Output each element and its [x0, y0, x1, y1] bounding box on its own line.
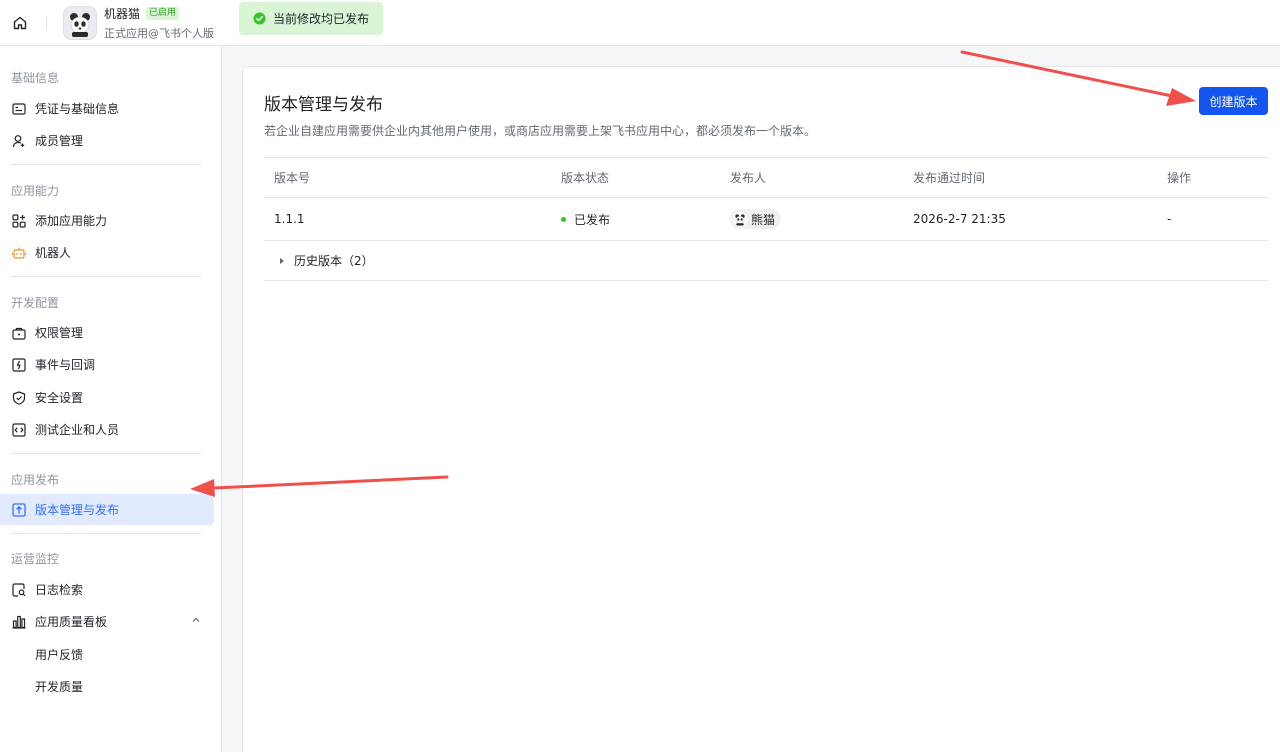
section-title-dev-config: 开发配置 [11, 296, 60, 310]
upload-icon [12, 502, 26, 517]
status-text: 已发布 [574, 212, 611, 227]
sidebar-item-security[interactable]: 安全设置 [0, 382, 214, 413]
sidebar: 基础信息 凭证与基础信息 成员管理 应用能力 添加应用能力 机器人 开发配置 权… [0, 46, 222, 752]
add-capability-icon [12, 213, 26, 228]
home-icon [13, 16, 27, 29]
sidebar-divider [11, 533, 201, 534]
sidebar-item-label: 凭证与基础信息 [35, 102, 120, 116]
publish-status-text: 当前修改均已发布 [273, 12, 370, 26]
header-publisher: 发布人 [730, 171, 767, 185]
check-circle-icon [253, 12, 266, 25]
header-status: 版本状态 [561, 171, 610, 185]
sidebar-item-label: 测试企业和人员 [35, 423, 120, 437]
sidebar-item-robot[interactable]: 机器人 [0, 237, 214, 268]
table-header: 版本号 版本状态 发布人 发布通过时间 操作 [264, 157, 1268, 198]
sidebar-divider [11, 164, 201, 165]
page-description: 若企业自建应用需要供企业内其他用户使用，或商店应用需要上架飞书应用中心，都必须发… [264, 124, 817, 138]
publish-time: 2026-2-7 21:35 [913, 212, 1006, 226]
sidebar-item-label: 权限管理 [35, 326, 84, 340]
sidebar-item-label: 机器人 [35, 246, 72, 260]
version-number: 1.1.1 [274, 212, 305, 226]
caret-right-icon [280, 257, 284, 264]
home-button[interactable] [2, 5, 38, 41]
sidebar-item-members[interactable]: 成员管理 [0, 125, 214, 156]
sidebar-item-label: 添加应用能力 [35, 214, 108, 228]
history-versions-toggle[interactable]: 历史版本（2） [278, 241, 374, 280]
history-versions-row: 历史版本（2） [264, 241, 1268, 281]
sidebar-item-label: 日志检索 [35, 583, 84, 597]
sidebar-item-log-search[interactable]: 日志检索 [0, 574, 214, 605]
code-icon [12, 422, 26, 437]
sidebar-item-dev-quality[interactable]: 开发质量 [0, 671, 214, 702]
sidebar-item-add-capability[interactable]: 添加应用能力 [0, 205, 214, 236]
row-action: - [1167, 212, 1172, 226]
sidebar-item-label: 事件与回调 [35, 358, 96, 372]
panda-icon [70, 12, 90, 37]
publisher-cell: 熊猫 [730, 198, 782, 240]
shield-icon [12, 390, 26, 405]
sidebar-item-label: 成员管理 [35, 134, 84, 148]
version-table: 版本号 版本状态 发布人 发布通过时间 操作 1.1.1 已发布 熊猫 2026… [264, 157, 1268, 281]
table-row: 1.1.1 已发布 熊猫 2026-2-7 21:35 - [264, 198, 1268, 241]
app-subtitle: 正式应用@飞书个人版 [104, 26, 214, 40]
header-action: 操作 [1167, 171, 1192, 185]
section-title-capability: 应用能力 [11, 184, 60, 198]
create-version-button[interactable]: 创建版本 [1199, 87, 1268, 115]
sidebar-item-version-management[interactable]: 版本管理与发布 [0, 494, 214, 525]
sidebar-item-label: 应用质量看板 [35, 615, 108, 629]
permission-icon [12, 327, 26, 340]
top-separator [46, 15, 47, 30]
header-publish-time: 发布通过时间 [913, 171, 986, 185]
log-search-icon [12, 582, 26, 597]
sidebar-item-permissions[interactable]: 权限管理 [0, 317, 214, 348]
section-title-publish: 应用发布 [11, 473, 60, 487]
sidebar-item-credentials[interactable]: 凭证与基础信息 [0, 93, 214, 124]
event-icon [12, 357, 26, 372]
version-management-card: 版本管理与发布 若企业自建应用需要供企业内其他用户使用，或商店应用需要上架飞书应… [242, 66, 1280, 752]
publisher-chip[interactable]: 熊猫 [730, 209, 782, 229]
section-title-basic: 基础信息 [11, 71, 60, 85]
app-info: 机器猫 已启用 正式应用@飞书个人版 [104, 5, 214, 41]
sidebar-item-label: 用户反馈 [35, 648, 84, 662]
sidebar-divider [11, 453, 201, 454]
publish-status-banner: 当前修改均已发布 [239, 2, 383, 35]
history-versions-label: 历史版本（2） [294, 254, 374, 268]
app-status-badge: 已启用 [146, 6, 180, 20]
app-name: 机器猫 [104, 6, 141, 21]
robot-icon [12, 247, 26, 259]
chevron-up-icon[interactable] [190, 614, 202, 626]
sidebar-divider [11, 276, 201, 277]
app-avatar [63, 5, 97, 40]
sidebar-item-label: 开发质量 [35, 680, 84, 694]
sidebar-item-label: 版本管理与发布 [35, 503, 120, 517]
sidebar-item-events[interactable]: 事件与回调 [0, 349, 214, 380]
section-title-operations: 运营监控 [11, 552, 60, 566]
panda-icon [735, 214, 745, 226]
status-dot [561, 216, 566, 222]
publisher-name: 熊猫 [751, 212, 776, 227]
version-status: 已发布 [561, 198, 610, 240]
bar-chart-icon [12, 615, 26, 629]
sidebar-item-quality-dashboard[interactable]: 应用质量看板 [0, 606, 214, 637]
page-title: 版本管理与发布 [264, 95, 383, 115]
avatar [733, 212, 747, 226]
top-bar: 机器猫 已启用 正式应用@飞书个人版 当前修改均已发布 [0, 0, 1280, 46]
sidebar-item-label: 安全设置 [35, 391, 84, 405]
sidebar-item-user-feedback[interactable]: 用户反馈 [0, 639, 214, 670]
member-icon [12, 134, 25, 147]
sidebar-item-test-enterprise[interactable]: 测试企业和人员 [0, 414, 214, 445]
credential-icon [12, 102, 26, 115]
header-version: 版本号 [274, 171, 311, 185]
